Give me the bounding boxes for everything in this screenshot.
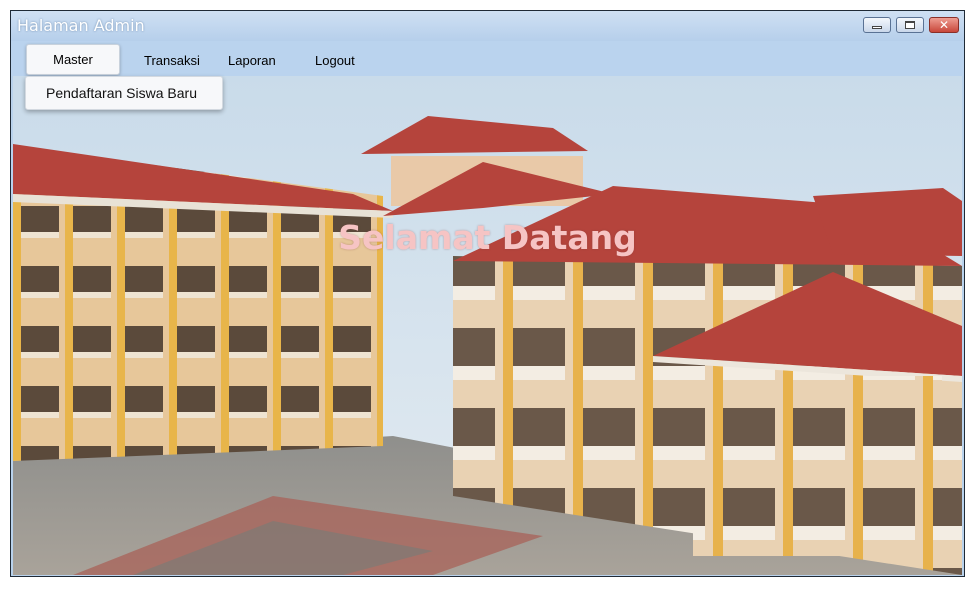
master-dropdown: Pendaftaran Siswa Baru	[25, 76, 223, 110]
app-window: Halaman Admin ✕ Master Transaksi Laporan…	[10, 10, 965, 577]
close-icon: ✕	[938, 18, 950, 32]
welcome-heading: Selamat Datang	[338, 218, 637, 257]
menu-transaksi[interactable]: Transaksi	[144, 53, 200, 68]
maximize-icon	[905, 21, 915, 29]
menu-logout[interactable]: Logout	[315, 53, 355, 68]
menu-master[interactable]: Master	[26, 44, 120, 75]
school-building-photo	[13, 76, 962, 575]
window-title: Halaman Admin	[17, 16, 145, 35]
maximize-button[interactable]	[896, 17, 924, 33]
minimize-button[interactable]	[863, 17, 891, 33]
title-bar[interactable]: Halaman Admin ✕	[11, 11, 964, 41]
menu-bar: Master Transaksi Laporan Logout	[11, 41, 964, 76]
menu-laporan[interactable]: Laporan	[228, 53, 276, 68]
main-content: Selamat Datang	[13, 76, 962, 575]
minimize-icon	[872, 25, 882, 29]
close-button[interactable]: ✕	[929, 17, 959, 33]
menu-item-pendaftaran-siswa-baru[interactable]: Pendaftaran Siswa Baru	[46, 85, 197, 101]
